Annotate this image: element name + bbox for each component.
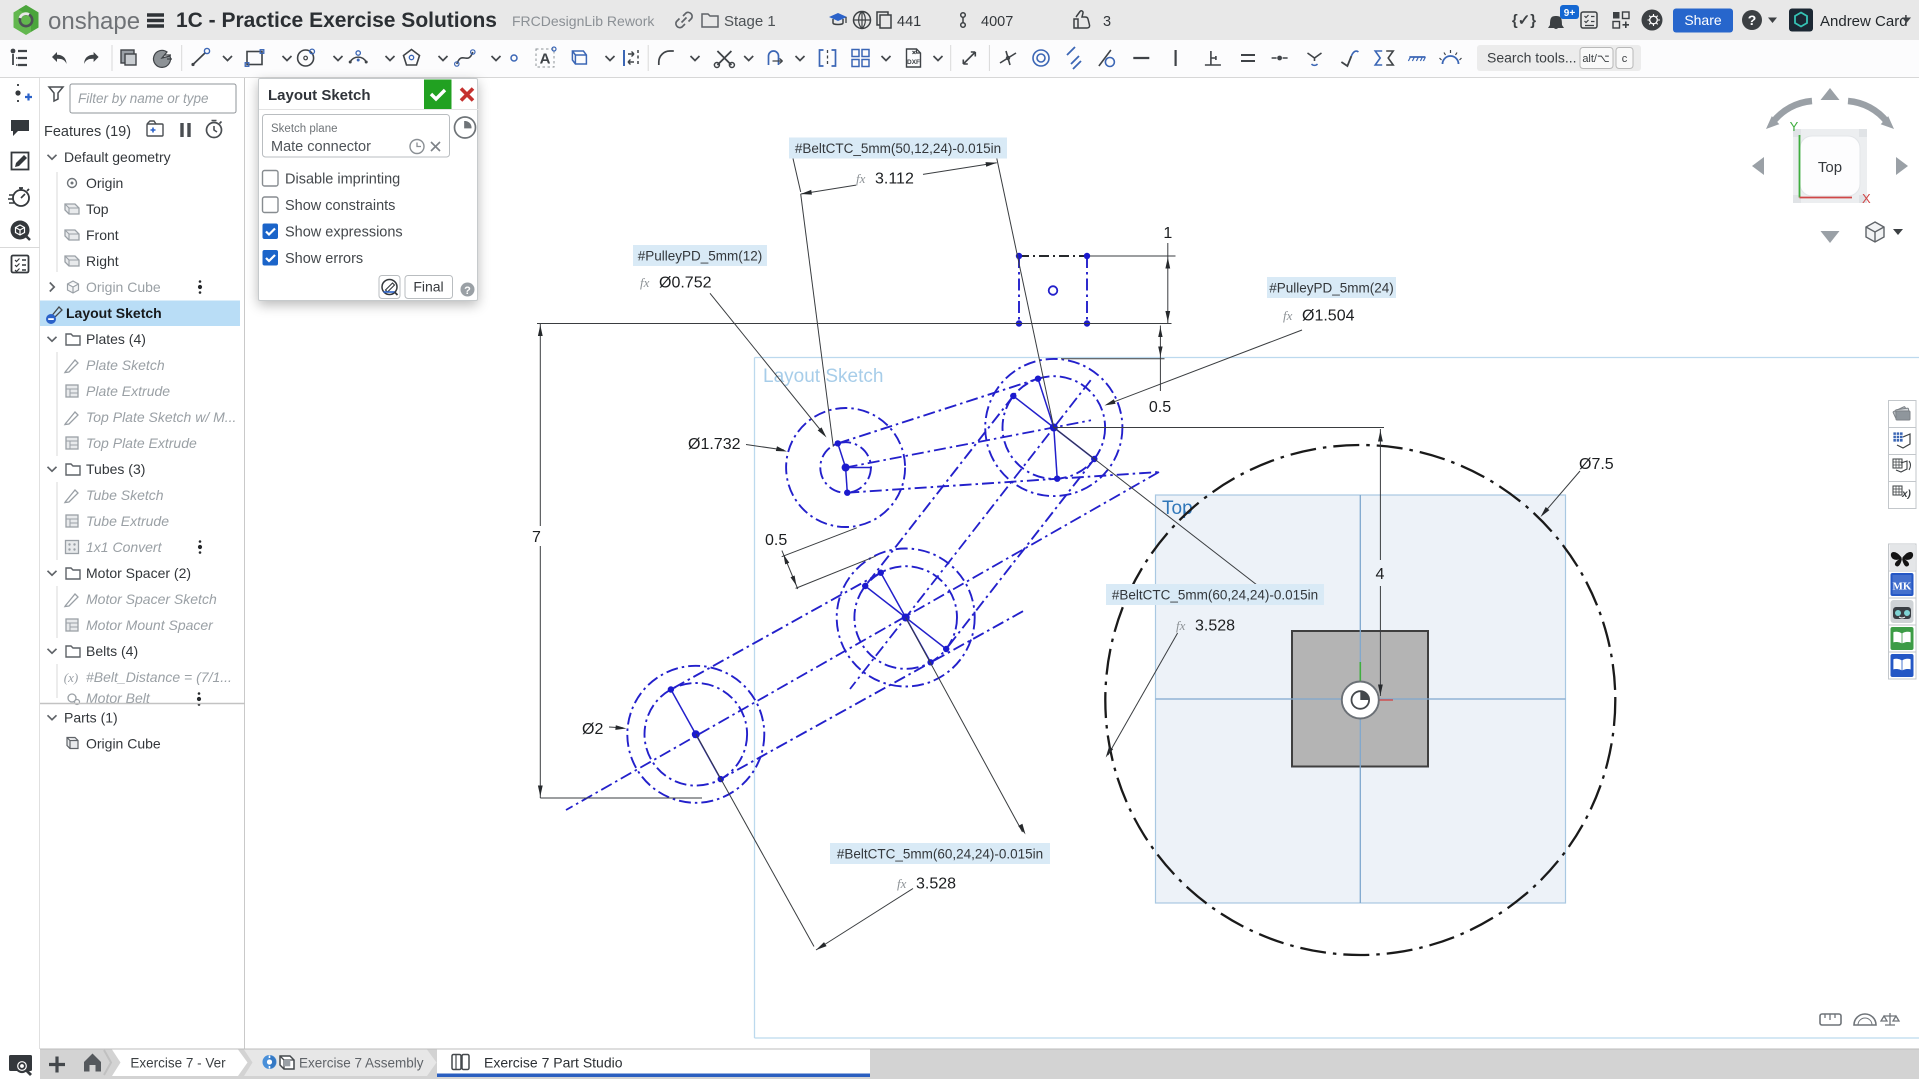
svg-text:Show constraints: Show constraints (285, 198, 395, 214)
svg-text:Exercise 7 Part Studio: Exercise 7 Part Studio (484, 1055, 623, 1071)
svg-text:?: ? (464, 285, 471, 297)
svg-text:Disable imprinting: Disable imprinting (285, 171, 400, 187)
svg-text:Mate connector: Mate connector (271, 139, 371, 155)
svg-text:Show expressions: Show expressions (285, 224, 403, 240)
svg-text:Sketch plane: Sketch plane (271, 123, 338, 135)
svg-text:Layout Sketch: Layout Sketch (268, 87, 371, 104)
svg-text:Exercise 7 Assembly: Exercise 7 Assembly (299, 1056, 424, 1071)
svg-text:Exercise 7 - Ver: Exercise 7 - Ver (130, 1056, 226, 1071)
svg-text:Final: Final (413, 278, 443, 294)
svg-text:Show errors: Show errors (285, 251, 363, 267)
